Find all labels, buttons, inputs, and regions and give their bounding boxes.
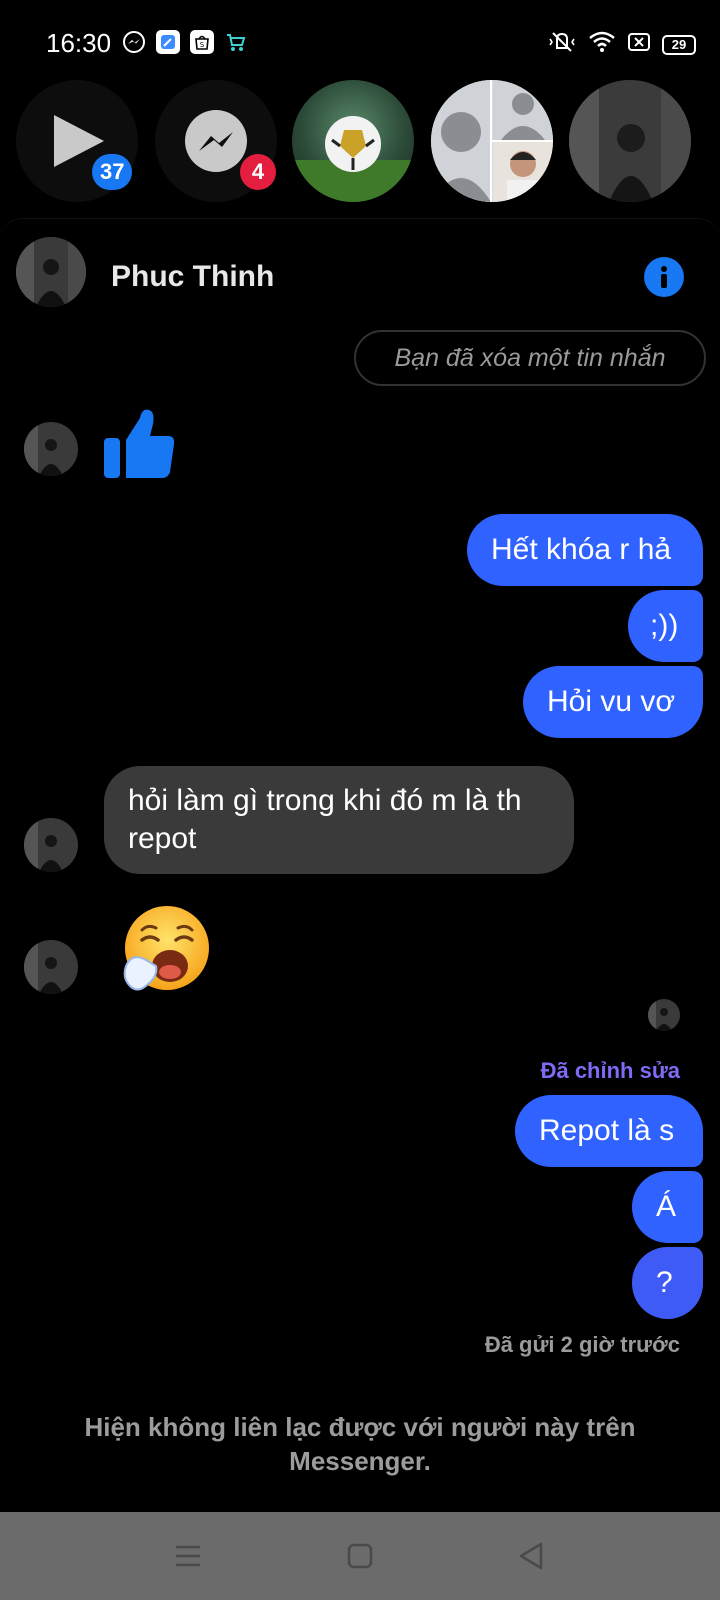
notification-app-icons: S: [122, 30, 248, 54]
seen-avatar: [648, 999, 680, 1031]
wifi-icon: [588, 30, 616, 59]
back-icon[interactable]: [512, 1536, 552, 1576]
contact-name[interactable]: Phuc Thinh: [111, 260, 274, 294]
outgoing-message[interactable]: Hỏi vu vơ: [523, 666, 703, 738]
unread-badge: 37: [92, 154, 133, 190]
home-icon[interactable]: [340, 1536, 380, 1576]
incoming-message[interactable]: hỏi làm gì trong khi đó m là th repot: [104, 766, 574, 874]
contact-avatar[interactable]: [16, 237, 86, 307]
status-bar: 16:30 S 29: [0, 0, 720, 80]
outgoing-message[interactable]: Repot là s: [515, 1095, 703, 1167]
contact-avatar-small: [24, 818, 78, 872]
shopping-cart-app-icon: [224, 30, 248, 54]
menu-icon[interactable]: [168, 1536, 208, 1576]
football-image: [292, 116, 414, 202]
chat-heads-row: 37 4: [0, 78, 720, 208]
status-right-icons: 29: [548, 30, 696, 59]
outgoing-message[interactable]: Á: [632, 1171, 703, 1243]
battery-indicator: 29: [662, 34, 696, 55]
group-avatar-head[interactable]: [431, 80, 553, 202]
contact-avatar-small: [24, 422, 78, 476]
sent-status: Đã gửi 2 giờ trước: [484, 1332, 680, 1357]
status-time: 16:30: [46, 28, 112, 58]
shopee-icon: S: [190, 30, 214, 54]
close-box-icon: [628, 32, 650, 57]
system-nav-bar: [0, 1512, 720, 1600]
contact-avatar-small: [24, 940, 78, 994]
person-photo: [569, 80, 691, 202]
info-icon[interactable]: [644, 257, 684, 297]
outgoing-message[interactable]: ;)): [628, 590, 703, 662]
notes-app-icon: [156, 30, 180, 54]
svg-text:S: S: [200, 41, 205, 49]
outgoing-message[interactable]: Hết khóa r hả: [467, 514, 703, 586]
outgoing-message[interactable]: ?: [632, 1247, 703, 1319]
unreachable-notice: Hiện không liên lạc được với người này t…: [84, 1412, 636, 1476]
yawning-face-icon[interactable]: [118, 904, 212, 998]
photo-avatar-head[interactable]: [569, 80, 691, 202]
messenger-icon: [122, 30, 146, 54]
edited-label: Đã chỉnh sửa: [540, 1058, 680, 1083]
unread-badge: 4: [240, 154, 276, 190]
thumbs-up-icon[interactable]: [102, 404, 176, 480]
football-avatar-head[interactable]: [292, 80, 414, 202]
vibrate-silent-icon: [548, 30, 576, 59]
group-avatar-image: [431, 80, 553, 202]
deleted-message-notice: Bạn đã xóa một tin nhắn: [354, 330, 706, 386]
